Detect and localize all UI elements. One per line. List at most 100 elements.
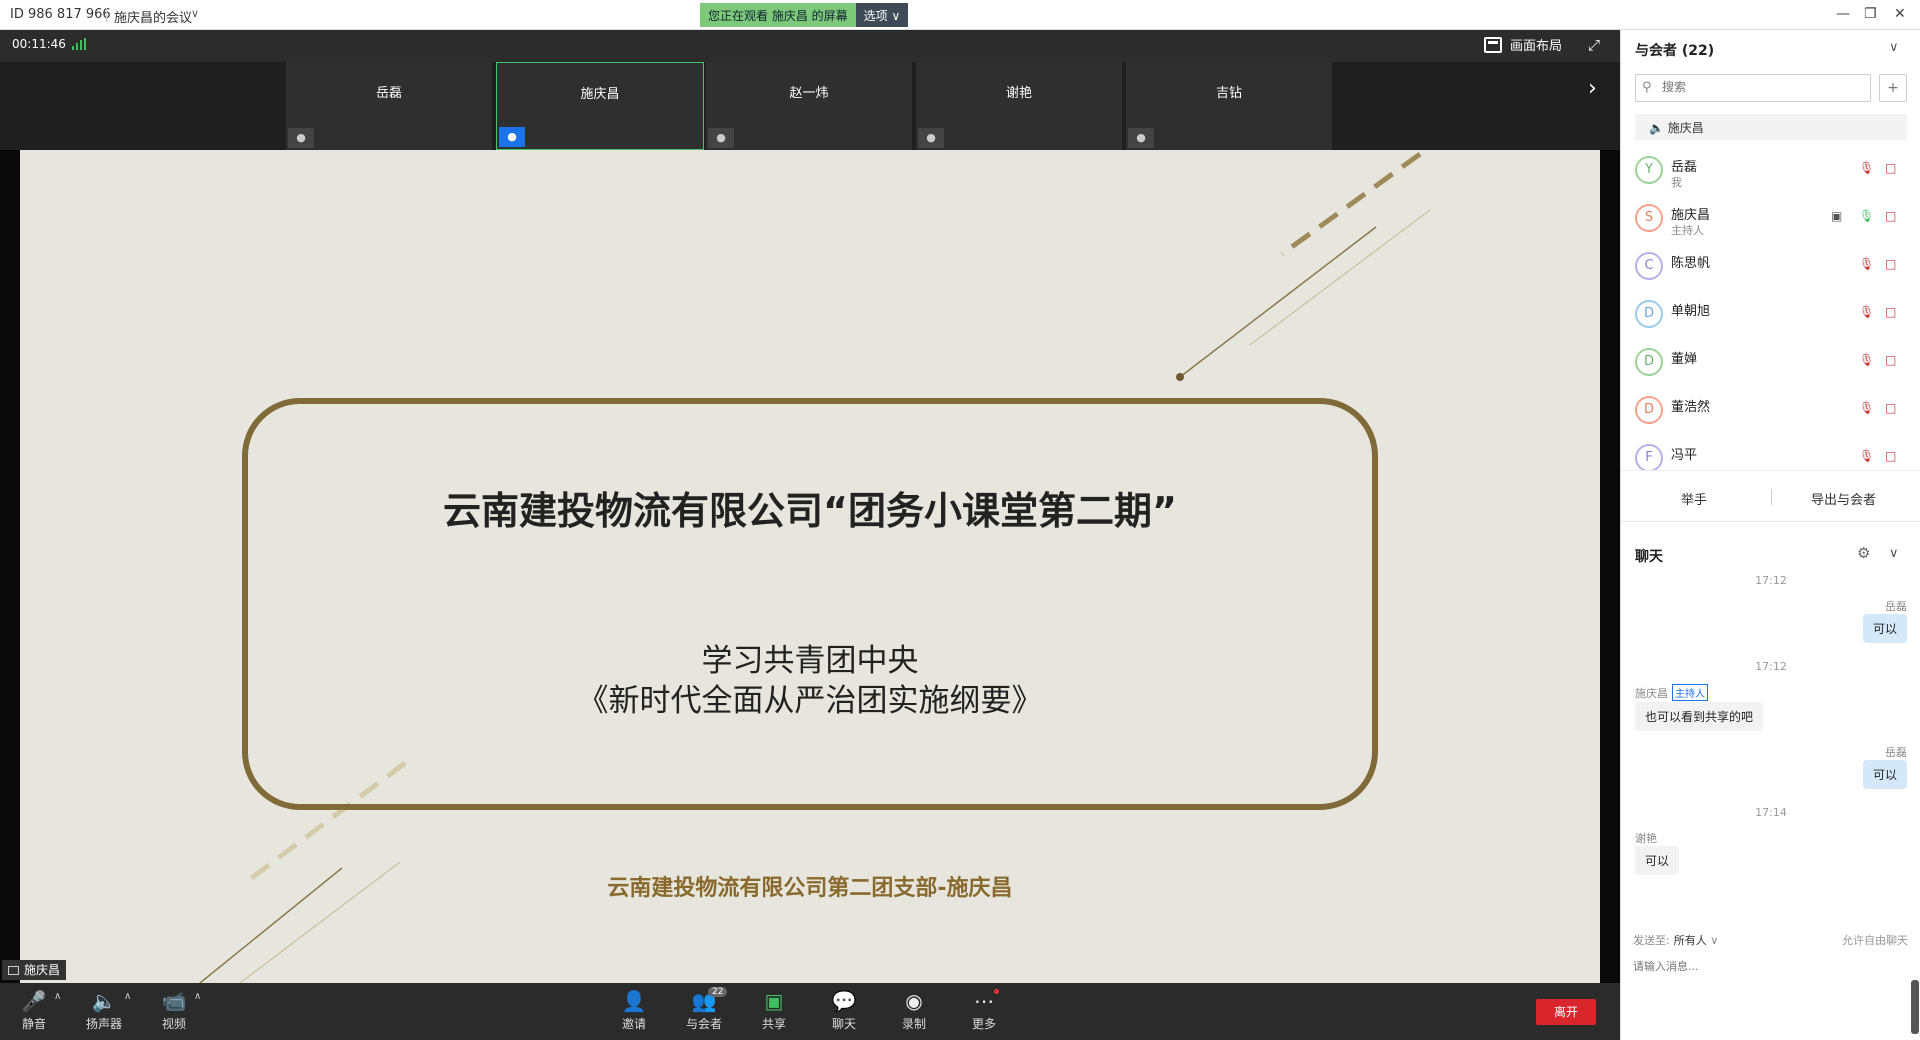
send-to-selector[interactable]: 发送至: 所有人 ∨	[1633, 932, 1718, 948]
video-off-icon[interactable]: □	[1885, 401, 1896, 415]
participant-role: 主持人	[1671, 224, 1704, 237]
shared-screen: 云南建投物流有限公司“团务小课堂第二期” 学习共青团中央 《新时代全面从严治团实…	[0, 150, 1620, 983]
mic-muted-icon[interactable]: 🎙	[1859, 305, 1874, 319]
chat-bubble: 可以	[1635, 846, 1680, 875]
avatar: D	[1635, 396, 1663, 424]
message-time: 17:14	[1755, 806, 1787, 819]
search-icon: ⚲	[1642, 80, 1652, 95]
video-tile[interactable]: 岳磊 ●	[286, 62, 494, 150]
participants-button[interactable]: 👥 22 与会者	[674, 987, 734, 1032]
participant-row[interactable]: D 董婵 🎙 □	[1621, 340, 1920, 388]
presentation-slide: 云南建投物流有限公司“团务小课堂第二期” 学习共青团中央 《新时代全面从严治团实…	[20, 150, 1600, 983]
message-time: 17:12	[1755, 660, 1787, 673]
participant-search[interactable]: ⚲	[1635, 74, 1871, 102]
video-button[interactable]: 📹 视频 ∧	[144, 989, 204, 1032]
speaker-name: 施庆昌	[24, 963, 61, 977]
participant-row[interactable]: S 施庆昌 主持人 ▣ 🎙 □	[1621, 196, 1920, 244]
video-tile[interactable]: 谢艳 ●	[916, 62, 1124, 150]
minimize-icon[interactable]: —	[1836, 6, 1850, 22]
search-input[interactable]	[1662, 80, 1862, 94]
chat-button[interactable]: 💬 聊天	[814, 989, 874, 1032]
host-icon: ●	[499, 127, 525, 147]
chevron-down-icon[interactable]: ∨	[191, 7, 199, 20]
layout-button[interactable]: 画面布局	[1484, 35, 1562, 54]
meeting-topbar: 00:11:46 画面布局 ⤢	[0, 30, 1620, 62]
speaker-button[interactable]: 🔈 扬声器 ∧	[74, 989, 134, 1032]
more-label: 更多	[971, 1017, 996, 1031]
avatar: F	[1635, 444, 1663, 470]
video-strip: 岳磊 ● 施庆昌 ● 赵一炜 ● 谢艳 ● 吉钻 ● ›	[0, 62, 1620, 150]
mic-on-icon[interactable]: 🎙	[1859, 209, 1874, 223]
mic-muted-icon[interactable]: 🎙	[1859, 449, 1874, 463]
video-tile[interactable]: 吉钻 ●	[1126, 62, 1334, 150]
message-sender: 岳磊	[1885, 746, 1907, 759]
video-off-icon[interactable]: □	[1885, 257, 1896, 271]
chevron-up-icon[interactable]: ∧	[194, 991, 201, 1002]
chevron-up-icon[interactable]: ∧	[124, 991, 131, 1002]
mic-muted-icon[interactable]: 🎙	[1859, 161, 1874, 175]
screen-share-icon	[8, 965, 19, 975]
chevron-down-icon[interactable]: ∨	[1889, 546, 1899, 561]
mic-muted-icon[interactable]: 🎙	[1859, 353, 1874, 367]
message-sender: 施庆昌 主持人	[1635, 684, 1708, 701]
video-off-icon[interactable]: □	[1885, 305, 1896, 319]
invite-button[interactable]: 👤 邀请	[604, 989, 664, 1032]
close-icon[interactable]: ✕	[1894, 6, 1906, 22]
participants-badge: 22	[708, 987, 728, 997]
add-user-icon: 👤	[621, 989, 647, 1013]
meeting-name[interactable]: 施庆昌的会议	[114, 7, 192, 26]
chat-bubble: 可以	[1862, 760, 1907, 789]
chat-title: 聊天	[1635, 549, 1663, 565]
mic-muted-icon[interactable]: 🎙	[1859, 401, 1874, 415]
participant-row[interactable]: Y 岳磊 我 🎙 □	[1621, 148, 1920, 196]
mic-muted-icon[interactable]: 🎙	[1859, 257, 1874, 271]
next-page-icon[interactable]: ›	[1588, 76, 1597, 101]
mic-muted-icon: ●	[288, 128, 314, 148]
restore-icon[interactable]: ❐	[1864, 6, 1877, 22]
participant-name: 岳磊	[1671, 160, 1698, 175]
divider	[1771, 489, 1772, 505]
free-chat-setting[interactable]: 允许自由聊天	[1842, 932, 1908, 948]
participant-name: 陈思帆	[1671, 256, 1711, 271]
share-button[interactable]: ▣ 共享	[744, 989, 804, 1032]
video-tile-active[interactable]: 施庆昌 ●	[496, 62, 704, 150]
viewing-message: 您正在观看 施庆昌 的屏幕	[700, 3, 856, 27]
speaker-label: 扬声器	[85, 1017, 122, 1031]
add-participant-button[interactable]: +	[1879, 74, 1907, 102]
share-label: 共享	[761, 1017, 786, 1031]
screen-share-icon: ▣	[1831, 209, 1843, 223]
chevron-down-icon[interactable]: ∨	[1889, 40, 1899, 55]
options-button[interactable]: 选项 ∨	[855, 3, 909, 27]
video-off-icon[interactable]: □	[1885, 209, 1896, 223]
avatar: D	[1635, 348, 1663, 376]
slide-title: 云南建投物流有限公司“团务小课堂第二期”	[443, 489, 1177, 533]
chat-input[interactable]	[1633, 958, 1903, 1028]
raise-hand-button[interactable]: 举手	[1681, 489, 1707, 508]
more-button[interactable]: ⋯ 更多	[954, 989, 1014, 1032]
slide-subtitle: 《新时代全面从严治团实施纲要》	[577, 683, 1043, 719]
video-off-icon[interactable]: □	[1885, 353, 1896, 367]
divider	[106, 8, 107, 22]
gear-icon[interactable]: ⚙	[1857, 544, 1870, 562]
participant-row[interactable]: D 董浩然 🎙 □	[1621, 388, 1920, 436]
video-off-icon[interactable]: □	[1885, 449, 1896, 463]
record-button[interactable]: ◉ 录制	[884, 989, 944, 1032]
participant-row[interactable]: D 单朝旭 🎙 □	[1621, 292, 1920, 340]
scrollbar[interactable]	[1911, 980, 1919, 1034]
message-time: 17:12	[1755, 574, 1787, 587]
video-tile[interactable]: 赵一炜 ●	[706, 62, 914, 150]
export-participants-button[interactable]: 导出与会者	[1811, 489, 1876, 508]
video-off-icon[interactable]: □	[1885, 161, 1896, 175]
share-screen-icon: ▣	[764, 989, 784, 1013]
participant-name: 单朝旭	[1671, 304, 1711, 319]
mute-button[interactable]: 🎤 静音 ∧	[4, 989, 64, 1032]
chevron-up-icon[interactable]: ∧	[54, 991, 61, 1002]
fullscreen-icon[interactable]: ⤢	[1588, 36, 1600, 54]
participant-row[interactable]: F 冯平 🎙 □	[1621, 436, 1920, 470]
participants-label: 与会者	[685, 1017, 722, 1031]
leave-button[interactable]: 离开	[1536, 999, 1596, 1025]
more-icon: ⋯	[974, 989, 994, 1013]
host-badge: 主持人	[1672, 684, 1708, 701]
participant-row[interactable]: C 陈思帆 🎙 □	[1621, 244, 1920, 292]
video-label: 视频	[161, 1017, 186, 1031]
